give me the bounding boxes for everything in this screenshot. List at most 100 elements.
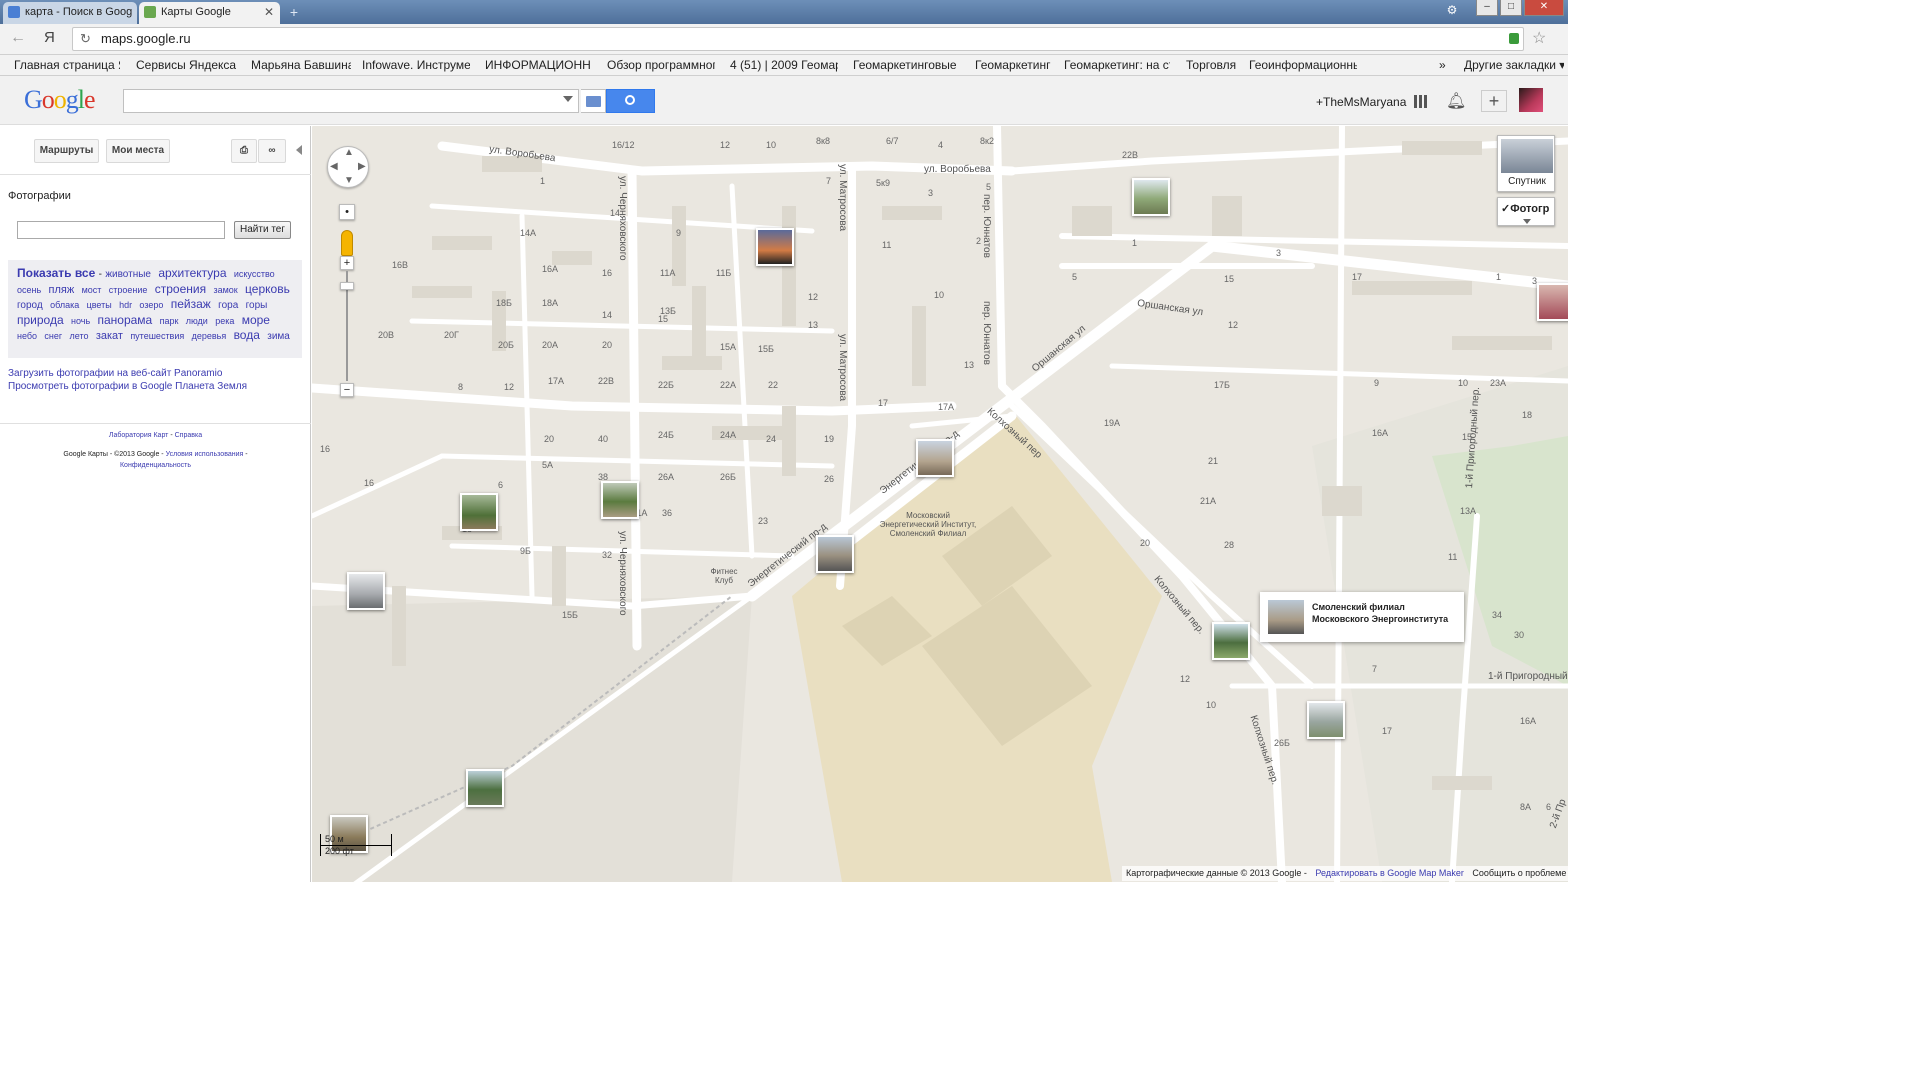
tag-link[interactable]: море <box>242 313 270 327</box>
terms-link[interactable]: Условия использования <box>166 451 244 458</box>
more-bookmarks-icon[interactable]: » <box>1439 55 1451 75</box>
reload-icon[interactable]: ↻ <box>80 28 91 50</box>
keyboard-icon[interactable] <box>581 89 606 113</box>
pegman-icon[interactable] <box>341 230 353 256</box>
zoom-in-icon[interactable]: + <box>340 256 354 270</box>
maximize-icon[interactable]: □ <box>1500 0 1522 16</box>
photo-thumbnail[interactable] <box>466 769 504 807</box>
pan-control[interactable]: ▲ ▼ ◀ ▶ <box>327 146 369 188</box>
tag-link[interactable]: гора <box>218 300 238 311</box>
tag-link[interactable]: деревья <box>192 331 227 341</box>
photo-thumbnail[interactable] <box>816 535 854 573</box>
tag-link[interactable]: река <box>215 316 234 326</box>
bookmark-item[interactable]: 4 (51) | 2009 Геомар <box>730 55 838 75</box>
bookmark-item[interactable]: Сервисы Яндекса ▾ <box>136 55 236 75</box>
tag-link[interactable]: зима <box>267 331 290 342</box>
photo-thumbnail[interactable] <box>460 493 498 531</box>
address-bar[interactable]: ↻ maps.google.ru <box>72 27 1524 51</box>
tag-link[interactable]: архитектура <box>158 266 226 280</box>
upload-panoramio-link[interactable]: Загрузить фотографии на веб-сайт Panoram… <box>8 368 222 379</box>
tag-link[interactable]: строения <box>155 282 206 296</box>
apps-grid-icon[interactable] <box>1414 95 1427 108</box>
tag-link[interactable]: мост <box>82 285 102 295</box>
tag-link[interactable]: панорама <box>97 313 152 327</box>
pan-right-icon[interactable]: ▶ <box>358 161 366 172</box>
pan-up-icon[interactable]: ▲ <box>344 147 354 158</box>
tag-link[interactable]: лето <box>70 331 89 341</box>
tag-link[interactable]: замок <box>213 285 237 295</box>
gear-icon[interactable]: ⚙ <box>1444 3 1460 19</box>
photo-thumbnail[interactable] <box>347 572 385 610</box>
share-plus-icon[interactable]: + <box>1481 90 1507 112</box>
collapse-panel-icon[interactable] <box>296 145 302 155</box>
privacy-link[interactable]: Конфиденциальность <box>120 462 191 469</box>
bookmark-item[interactable]: Марьяна Бавшина <box>251 55 351 75</box>
new-tab-icon[interactable]: + <box>285 4 303 20</box>
info-window-title[interactable]: Смоленский филиал Московского Энергоинст… <box>1312 601 1460 625</box>
link-icon[interactable]: ∞ <box>258 139 286 163</box>
bookmark-item[interactable]: Геоинформационны <box>1249 55 1357 75</box>
tag-link[interactable]: вода <box>234 328 260 342</box>
close-tab-icon[interactable]: ✕ <box>264 2 274 22</box>
notifications-bell-icon[interactable]: 🔔︎ <box>1446 91 1466 111</box>
tag-search-input[interactable] <box>17 221 225 239</box>
photo-thumbnail[interactable] <box>1212 622 1250 660</box>
pan-down-icon[interactable]: ▼ <box>344 175 354 186</box>
print-icon[interactable]: ⎙ <box>231 139 257 163</box>
bookmark-item[interactable]: Обзор программног <box>607 55 715 75</box>
bookmark-item[interactable]: Главная страница Я <box>14 55 120 75</box>
bookmark-item[interactable]: Геомаркетинг: на ст <box>1064 55 1170 75</box>
tag-link[interactable]: пейзаж <box>171 297 211 311</box>
tag-link[interactable]: hdr <box>119 300 132 310</box>
search-input[interactable] <box>123 89 579 113</box>
tag-link[interactable]: животные <box>105 269 151 280</box>
tag-link[interactable]: пляж <box>49 284 75 296</box>
photo-info-window[interactable]: Смоленский филиал Московского Энергоинст… <box>1260 592 1464 642</box>
bookmark-item[interactable]: Infowave. Инструмен <box>362 55 470 75</box>
avatar[interactable] <box>1519 88 1543 112</box>
star-icon[interactable]: ☆ <box>1532 28 1546 48</box>
search-dropdown-icon[interactable] <box>563 96 573 102</box>
photo-thumbnail[interactable] <box>916 439 954 477</box>
photo-thumbnail[interactable] <box>601 481 639 519</box>
my-location-icon[interactable]: • <box>339 204 355 220</box>
routes-button[interactable]: Маршруты <box>34 139 99 163</box>
tag-link[interactable]: люди <box>186 316 208 326</box>
show-all-tags-link[interactable]: Показать все <box>17 266 95 280</box>
tag-link[interactable]: закат <box>96 330 123 342</box>
pan-left-icon[interactable]: ◀ <box>330 161 338 172</box>
close-window-icon[interactable]: ✕ <box>1524 0 1564 16</box>
map-maker-link[interactable]: Редактировать в Google Map Maker <box>1315 868 1464 878</box>
photo-thumbnail[interactable] <box>1132 178 1170 216</box>
photo-thumbnail[interactable] <box>1307 701 1345 739</box>
tag-link[interactable]: облака <box>50 300 79 310</box>
my-places-button[interactable]: Мои места <box>106 139 170 163</box>
dropdown-arrow-icon[interactable] <box>1523 219 1531 224</box>
other-bookmarks[interactable]: Другие закладки ▾ <box>1464 55 1564 75</box>
find-tag-button[interactable]: Найти тег <box>234 221 291 239</box>
zoom-out-icon[interactable]: − <box>340 383 354 397</box>
photo-thumbnail[interactable] <box>1537 283 1568 321</box>
back-arrow-icon[interactable]: ← <box>10 29 26 47</box>
satellite-layer-button[interactable]: Спутник <box>1497 135 1555 192</box>
tag-link[interactable]: снег <box>44 331 62 341</box>
tag-link[interactable]: горы <box>246 300 268 311</box>
bookmark-item[interactable]: Геомаркетинг <box>975 55 1055 75</box>
search-button[interactable] <box>606 89 655 113</box>
user-name-link[interactable]: +TheMsMaryana <box>1316 95 1406 109</box>
photos-layer-toggle[interactable]: ✓Фотогр <box>1497 197 1555 226</box>
tag-link[interactable]: осень <box>17 285 41 295</box>
bookmark-item[interactable]: Торговля <box>1186 55 1242 75</box>
tag-link[interactable]: церковь <box>245 282 290 296</box>
map-canvas[interactable]: ул. Воробьева ул. Воробьева ул. Матросов… <box>312 126 1568 882</box>
tag-link[interactable]: природа <box>17 313 64 327</box>
minimize-icon[interactable]: – <box>1476 0 1498 16</box>
google-earth-link[interactable]: Просмотреть фотографии в Google Планета … <box>8 381 247 392</box>
tag-link[interactable]: ночь <box>71 316 90 326</box>
tag-link[interactable]: путешествия <box>130 331 184 341</box>
browser-tab-search[interactable]: карта - Поиск в Goog <box>3 2 137 24</box>
tag-link[interactable]: искусство <box>234 269 275 279</box>
google-logo[interactable]: Google <box>24 85 96 115</box>
tag-link[interactable]: город <box>17 300 43 311</box>
help-link[interactable]: Справка <box>175 432 202 439</box>
